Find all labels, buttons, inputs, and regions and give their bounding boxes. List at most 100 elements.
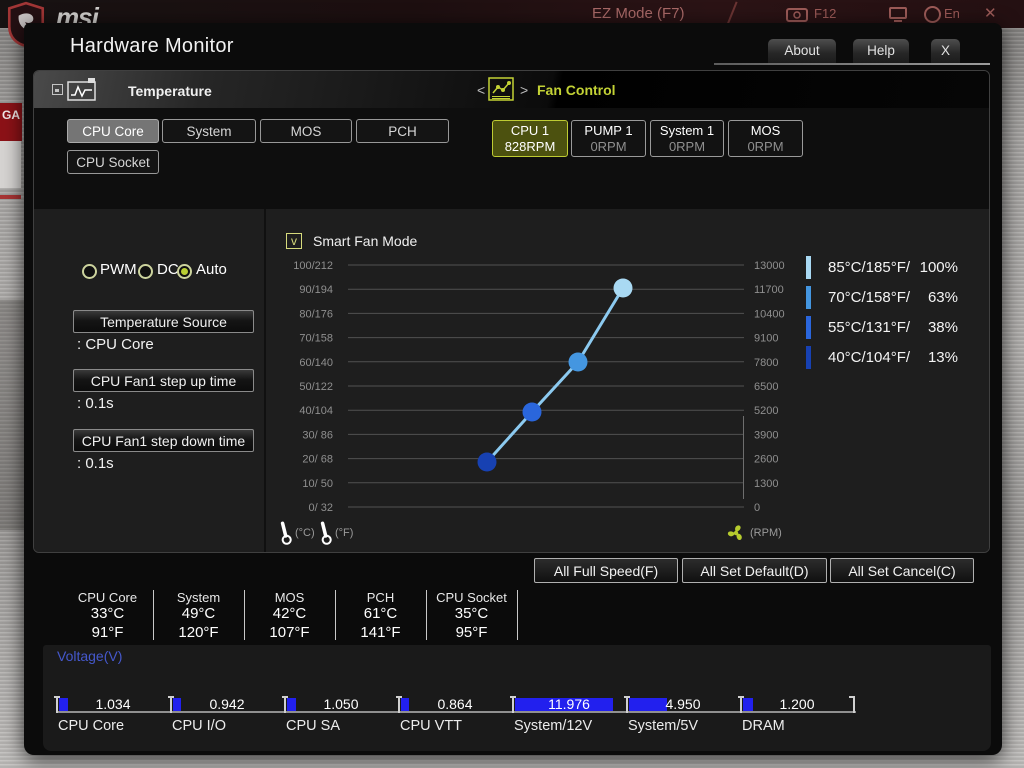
thermometer-celsius-icon	[280, 521, 292, 545]
language-globe-icon[interactable]	[924, 6, 941, 23]
temp-celsius: 35°C	[454, 605, 489, 622]
voltage-value: 0.864	[437, 696, 473, 712]
temp-readout-pch: PCH 61°C 141°F	[335, 590, 427, 641]
tab-mos[interactable]: MOS	[260, 119, 352, 143]
svg-text:7800: 7800	[754, 357, 778, 369]
step-up-time-button[interactable]: CPU Fan1 step up time	[73, 369, 254, 392]
about-button[interactable]: About	[768, 39, 836, 63]
ez-mode-button[interactable]: EZ Mode (F7)	[592, 5, 685, 22]
tab-pch[interactable]: PCH	[356, 119, 449, 143]
svg-text:30/ 86: 30/ 86	[302, 429, 333, 441]
temp-fahrenheit: 91°F	[91, 624, 124, 641]
svg-text:9100: 9100	[754, 333, 778, 345]
fan-prev-arrow[interactable]: <	[477, 82, 485, 98]
smart-fan-checkbox[interactable]: v	[286, 233, 302, 249]
voltage-rail-name: DRAM	[742, 718, 785, 734]
svg-text:3900: 3900	[754, 429, 778, 441]
hardware-monitor-dialog: Hardware Monitor About Help X Temperatur…	[24, 23, 1002, 755]
temp-celsius: 49°C	[181, 605, 216, 622]
all-set-default-button[interactable]: All Set Default(D)	[682, 558, 827, 583]
temp-name: CPU Core	[77, 590, 138, 605]
tab-cpu-core[interactable]: CPU Core	[67, 119, 159, 143]
fan-tab-rpm: 0RPM	[747, 139, 784, 154]
gaming-badge: GA	[0, 103, 22, 141]
voltage-rail-name: CPU VTT	[400, 718, 463, 734]
monitor-panel: Temperature < > Fan Control CPU Core Sys…	[33, 70, 990, 553]
fan-curve-point-85c[interactable]	[613, 278, 633, 298]
radio-dc[interactable]	[138, 264, 153, 279]
temperature-checkbox-icon	[52, 84, 63, 95]
svg-text:90/194: 90/194	[299, 284, 333, 296]
voltage-rail-name: CPU SA	[286, 718, 340, 734]
svg-text:40/104: 40/104	[299, 405, 333, 417]
temperature-source-button[interactable]: Temperature Source	[73, 310, 254, 333]
voltage-value: 11.976	[548, 696, 590, 712]
fahrenheit-unit-label: (°F)	[335, 527, 354, 539]
fan-rpm-icon	[727, 525, 742, 541]
fan-tab-name: MOS	[750, 123, 781, 138]
step-down-time-value: : 0.1s	[77, 455, 114, 472]
temp-fahrenheit: 95°F	[455, 624, 488, 641]
fan-curve-point-55c[interactable]	[522, 402, 542, 422]
smart-fan-label: Smart Fan Mode	[313, 233, 418, 249]
fan-tab-rpm: 828RPM	[504, 139, 556, 154]
legend-percent-85c: 100%	[919, 259, 958, 276]
tab-cpu-socket[interactable]: CPU Socket	[67, 150, 159, 174]
voltage-panel: Voltage(V) 1.034 CPU Core 0.942 CPU I/O	[43, 645, 991, 751]
fan-tab-cpu1[interactable]: CPU 1 828RPM	[492, 120, 568, 157]
step-down-time-button[interactable]: CPU Fan1 step down time	[73, 429, 254, 452]
legend-bar-70c	[806, 286, 811, 309]
fan-control-chart-icon	[488, 77, 514, 101]
monitor-icon[interactable]	[889, 7, 907, 22]
svg-text:10400: 10400	[754, 308, 785, 320]
language-label[interactable]: En	[944, 6, 960, 21]
screenshot-icon[interactable]	[786, 7, 808, 22]
radio-auto-label: Auto	[196, 261, 227, 278]
help-button[interactable]: Help	[853, 39, 909, 63]
all-set-cancel-button[interactable]: All Set Cancel(C)	[830, 558, 974, 583]
svg-text:0/ 32: 0/ 32	[309, 502, 333, 514]
f12-label[interactable]: F12	[814, 6, 836, 21]
all-full-speed-button[interactable]: All Full Speed(F)	[534, 558, 678, 583]
background-white-block	[0, 141, 21, 188]
fan-next-arrow[interactable]: >	[520, 82, 528, 98]
step-up-time-value: : 0.1s	[77, 395, 114, 412]
temp-readout-cpu-core: CPU Core 33°C 91°F	[62, 590, 154, 641]
temp-fahrenheit: 141°F	[360, 624, 401, 641]
dialog-close-button[interactable]: X	[931, 39, 960, 63]
system-close-icon[interactable]: ✕	[984, 4, 997, 22]
fan-tab-name: CPU 1	[510, 123, 550, 138]
fan-tab-pump1[interactable]: PUMP 1 0RPM	[571, 120, 646, 157]
temp-readout-cpu-socket: CPU Socket 35°C 95°F	[426, 590, 518, 641]
legend-percent-55c: 38%	[927, 319, 958, 336]
radio-pwm[interactable]	[82, 264, 97, 279]
fan-curve-point-70c[interactable]	[568, 352, 588, 372]
fan-tab-mos[interactable]: MOS 0RPM	[728, 120, 803, 157]
header-underline	[714, 63, 990, 65]
voltage-rail-name: CPU Core	[58, 718, 125, 734]
svg-text:70/158: 70/158	[299, 333, 333, 345]
temperature-source-value: : CPU Core	[77, 336, 154, 353]
tab-system[interactable]: System	[162, 119, 256, 143]
voltage-rail-system-12v: 11.976 System/12V	[510, 696, 626, 742]
voltage-rail-name: CPU I/O	[172, 718, 226, 734]
svg-text:0: 0	[754, 502, 760, 514]
svg-text:6500: 6500	[754, 381, 778, 393]
fan-curve-point-40c[interactable]	[477, 452, 497, 472]
svg-text:5200: 5200	[754, 405, 778, 417]
voltage-value: 1.050	[323, 696, 359, 712]
voltage-rail-name: System/5V	[628, 718, 699, 734]
voltage-value: 4.950	[665, 696, 701, 712]
background-shade-band	[0, 300, 24, 530]
temp-readout-mos: MOS 42°C 107°F	[244, 590, 336, 641]
topbar-divider	[726, 1, 738, 26]
voltage-rail-cpu-io: 0.942 CPU I/O	[168, 696, 284, 742]
svg-text:20/ 68: 20/ 68	[302, 454, 333, 466]
dialog-title: Hardware Monitor	[70, 35, 234, 57]
radio-auto[interactable]	[177, 264, 192, 279]
legend-percent-40c: 13%	[927, 349, 958, 366]
voltage-rail-system-5v: 4.950 System/5V	[624, 696, 740, 742]
panel-vertical-divider	[264, 209, 266, 552]
temperature-section-label: Temperature	[128, 83, 212, 99]
fan-tab-system1[interactable]: System 1 0RPM	[650, 120, 724, 157]
